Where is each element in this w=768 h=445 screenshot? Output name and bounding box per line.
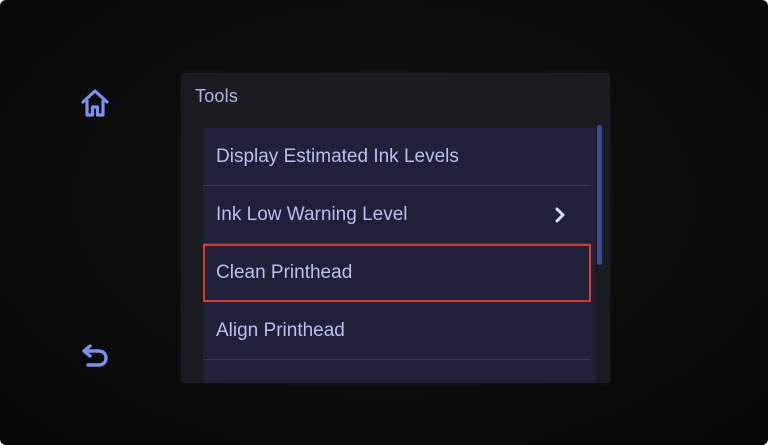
menu-item-ink-low-warning-level[interactable]: Ink Low Warning Level: [203, 186, 591, 244]
menu-item-clean-printhead[interactable]: Clean Printhead: [203, 244, 591, 302]
menu-item-align-printhead[interactable]: Align Printhead: [203, 302, 591, 360]
menu-item-label: Clean Printhead: [216, 261, 353, 283]
chevron-right-icon: [555, 207, 565, 222]
back-button[interactable]: [78, 338, 112, 372]
scrollbar[interactable]: [597, 125, 602, 265]
menu-item-label: Align Printhead: [216, 319, 345, 341]
home-button[interactable]: [78, 86, 112, 120]
screen-title: Tools: [195, 86, 239, 106]
menu-item-display-estimated-ink-levels[interactable]: Display Estimated Ink Levels: [203, 128, 591, 186]
display-screen: Tools Display Estimated Ink Levels Ink L…: [181, 73, 610, 383]
back-arrow-icon: [82, 344, 108, 367]
tools-menu-list: Display Estimated Ink Levels Ink Low War…: [203, 128, 595, 383]
menu-item-label: Display Estimated Ink Levels: [216, 145, 459, 167]
menu-item-label: Ink Low Warning Level: [216, 203, 408, 225]
printer-bezel: Tools Display Estimated Ink Levels Ink L…: [0, 0, 768, 445]
home-icon: [81, 89, 109, 117]
